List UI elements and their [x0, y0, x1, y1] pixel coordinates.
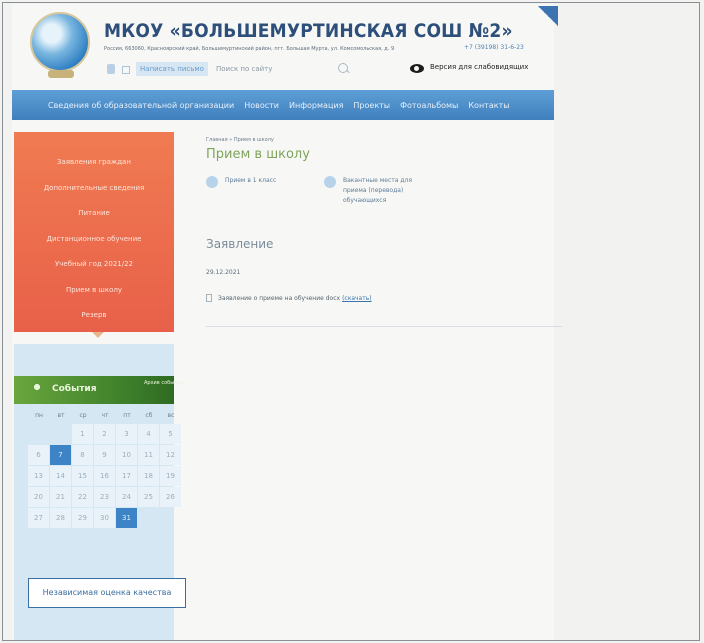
calendar-day[interactable]: 17: [116, 466, 137, 486]
document-item: Заявление о приеме на обучение docx (ска…: [206, 294, 372, 302]
subpage-vacancies[interactable]: Вакантные места для приема (перевода) об…: [324, 176, 412, 206]
calendar-day[interactable]: 18: [138, 466, 159, 486]
section-heading: Заявление: [206, 237, 274, 251]
low-vision-link[interactable]: Версия для слабовидящих: [430, 63, 528, 71]
sidebar-item-admission[interactable]: Прием в школу: [66, 278, 122, 304]
subpage-label: Вакантные места для приема (перевода) об…: [343, 177, 412, 204]
page-title: Прием в школу: [206, 147, 310, 162]
calendar-day[interactable]: 5: [160, 424, 181, 444]
calendar-day[interactable]: 15: [72, 466, 93, 486]
write-letter-button[interactable]: Написать письмо: [136, 62, 208, 76]
calendar-week: 6 7 8 9 10 11 12: [28, 445, 182, 466]
calendar-weekdays: пн вт ср чт пт сб вс: [28, 408, 182, 424]
calendar-day[interactable]: 26: [160, 487, 181, 507]
calendar-day[interactable]: 4: [138, 424, 159, 444]
calendar-weekday: сб: [145, 412, 153, 419]
document-name: Заявление о приеме на обучение docx: [218, 294, 341, 302]
calendar-empty-cell: [138, 508, 159, 528]
leaf-icon: [30, 380, 44, 394]
calendar-day[interactable]: 7: [50, 445, 71, 465]
calendar-day[interactable]: 25: [138, 487, 159, 507]
calendar-day[interactable]: 14: [50, 466, 71, 486]
events-title: События: [52, 384, 97, 394]
download-link[interactable]: (скачать): [342, 295, 372, 302]
main-nav: Сведения об образовательной организации …: [12, 90, 554, 120]
calendar-day[interactable]: 2: [94, 424, 115, 444]
calendar-day[interactable]: 13: [28, 466, 49, 486]
nav-item-about[interactable]: Сведения об образовательной организации: [12, 101, 239, 110]
post-date: 29.12.2021: [206, 269, 241, 276]
calendar-week: 12345: [28, 424, 182, 445]
calendar-day[interactable]: 31: [116, 508, 137, 528]
sidebar-menu: Заявления граждан Дополнительные сведени…: [14, 132, 174, 332]
quality-assessment-link[interactable]: Независимая оценка качества: [28, 578, 186, 608]
sidebar-item-applications[interactable]: Заявления граждан: [57, 150, 131, 176]
calendar-day[interactable]: 29: [72, 508, 93, 528]
sidebar-item-food[interactable]: Питание: [78, 201, 110, 227]
nav-item-info[interactable]: Информация: [284, 101, 348, 110]
calendar-day[interactable]: 22: [72, 487, 93, 507]
calendar-day[interactable]: 6: [28, 445, 49, 465]
calendar-day[interactable]: 11: [138, 445, 159, 465]
calendar-empty-cell: [28, 424, 49, 444]
calendar-day[interactable]: 27: [28, 508, 49, 528]
calendar-day[interactable]: 23: [94, 487, 115, 507]
calendar-day[interactable]: 12: [160, 445, 181, 465]
search-icon[interactable]: [338, 63, 348, 73]
nav-item-projects[interactable]: Проекты: [348, 101, 395, 110]
events-calendar: пн вт ср чт пт сб вс 1 2 3 4 5 6 7 8 9 10 11 12 13 14 15 16 17…: [28, 408, 182, 529]
calendar-day[interactable]: 20: [28, 487, 49, 507]
sidebar-item-reserve[interactable]: Резерв: [81, 303, 106, 329]
calendar-day[interactable]: 28: [50, 508, 71, 528]
calendar-empty-cell: [160, 508, 181, 528]
calendar-weekday: чт: [101, 412, 109, 419]
calendar-day[interactable]: 9: [94, 445, 115, 465]
content-divider: [206, 326, 562, 327]
sidebar-arrow-icon: [92, 332, 104, 338]
events-archive-link[interactable]: Архив событий: [144, 380, 184, 386]
document-icon: [206, 294, 212, 302]
site-address: Россия, 663060, Красноярский край, Больш…: [104, 46, 395, 52]
subpage-label: Прием в 1 класс: [225, 177, 277, 184]
calendar-day[interactable]: 21: [50, 487, 71, 507]
calendar-empty-cell: [50, 424, 71, 444]
eye-icon[interactable]: [410, 64, 424, 73]
nav-item-photos[interactable]: Фотоальбомы: [395, 101, 463, 110]
calendar-day[interactable]: 10: [116, 445, 137, 465]
nav-item-news[interactable]: Новости: [239, 101, 284, 110]
corner-flag-icon[interactable]: [538, 6, 558, 26]
sidebar-item-distance[interactable]: Дистанционное обучение: [47, 227, 142, 253]
calendar-day[interactable]: 8: [72, 445, 93, 465]
social-icon[interactable]: [107, 64, 115, 74]
site-title[interactable]: МКОУ «БОЛЬШЕМУРТИНСКАЯ СОШ №2»: [104, 20, 513, 42]
calendar-day[interactable]: 19: [160, 466, 181, 486]
sitemap-icon[interactable]: [122, 66, 130, 74]
calendar-weekday: вт: [57, 412, 65, 419]
sidebar-item-additional[interactable]: Дополнительные сведения: [44, 176, 145, 202]
sidebar-item-school-year[interactable]: Учебный год 2021/22: [55, 252, 133, 278]
circle-icon: [324, 176, 336, 188]
nav-item-contacts[interactable]: Контакты: [463, 101, 514, 110]
calendar-day[interactable]: 3: [116, 424, 137, 444]
calendar-body: 1 2 3 4 5 6 7 8 9 10 11 12 13 14 15 16 17 18 19 20 21 22 23 24 2…: [28, 424, 182, 529]
calendar-week: 20 21 22 23 24 25 26: [28, 487, 182, 508]
calendar-weekday: вс: [167, 412, 175, 419]
site-page: МКОУ «БОЛЬШЕМУРТИНСКАЯ СОШ №2» Россия, 6…: [12, 4, 562, 640]
subpage-first-grade[interactable]: Прием в 1 класс: [206, 176, 276, 188]
circle-icon: [206, 176, 218, 188]
globe-logo-icon[interactable]: [30, 12, 90, 72]
breadcrumb[interactable]: Главная » Прием в школу: [206, 137, 274, 143]
calendar-day[interactable]: 16: [94, 466, 115, 486]
calendar-weekday: пн: [35, 412, 43, 419]
calendar-day[interactable]: 1: [72, 424, 93, 444]
calendar-day[interactable]: 30: [94, 508, 115, 528]
calendar-week: 13 14 15 16 17 18 19: [28, 466, 182, 487]
globe-stand-icon: [48, 70, 74, 78]
calendar-weekday: ср: [79, 412, 87, 419]
site-phone[interactable]: +7 (39198) 31-6-23: [464, 44, 524, 51]
calendar-week: 27 28 29 30 31: [28, 508, 182, 529]
calendar-weekday: пт: [123, 412, 131, 419]
calendar-day[interactable]: 24: [116, 487, 137, 507]
